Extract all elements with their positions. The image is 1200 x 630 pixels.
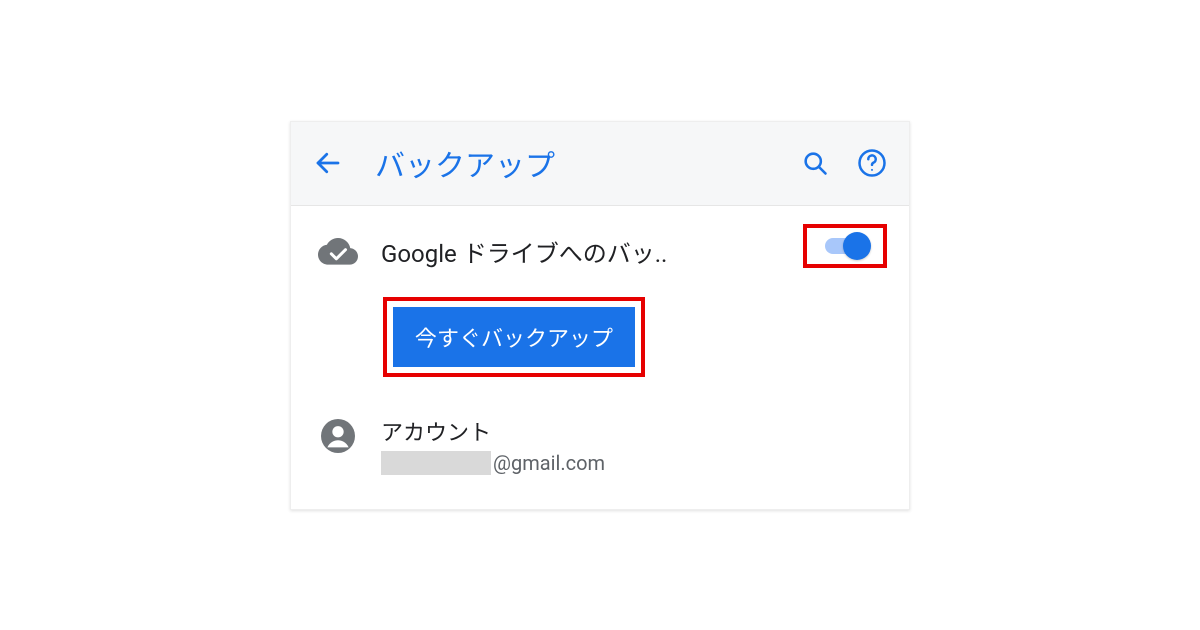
toggle-highlight-box xyxy=(803,224,887,268)
account-email: @gmail.com xyxy=(381,451,887,475)
backup-drive-label: Google ドライブへのバッ.. xyxy=(381,234,681,269)
cloud-done-icon xyxy=(313,234,363,268)
search-icon[interactable] xyxy=(801,149,829,177)
backup-now-button[interactable]: 今すぐバックアップ xyxy=(393,307,635,367)
backup-setting-body[interactable]: Google ドライブへのバッ.. xyxy=(363,234,793,269)
page-title: バックアップ xyxy=(375,141,801,185)
backup-button-row: 今すぐバックアップ xyxy=(291,269,909,385)
account-icon xyxy=(313,415,363,453)
header-actions xyxy=(801,148,887,178)
app-header: バックアップ xyxy=(291,122,909,206)
backup-toggle-row: Google ドライブへのバッ.. xyxy=(291,206,909,269)
backup-toggle[interactable] xyxy=(819,236,871,256)
content-area: Google ドライブへのバッ.. 今すぐバックアップ xyxy=(291,206,909,509)
settings-panel: バックアップ xyxy=(290,121,910,510)
email-domain: @gmail.com xyxy=(493,451,605,475)
button-highlight-box: 今すぐバックアップ xyxy=(383,297,645,377)
help-icon[interactable] xyxy=(857,148,887,178)
back-arrow-icon[interactable] xyxy=(313,148,343,178)
account-label: アカウント xyxy=(381,415,887,447)
account-row[interactable]: アカウント @gmail.com xyxy=(291,385,909,509)
redacted-username xyxy=(381,451,491,475)
